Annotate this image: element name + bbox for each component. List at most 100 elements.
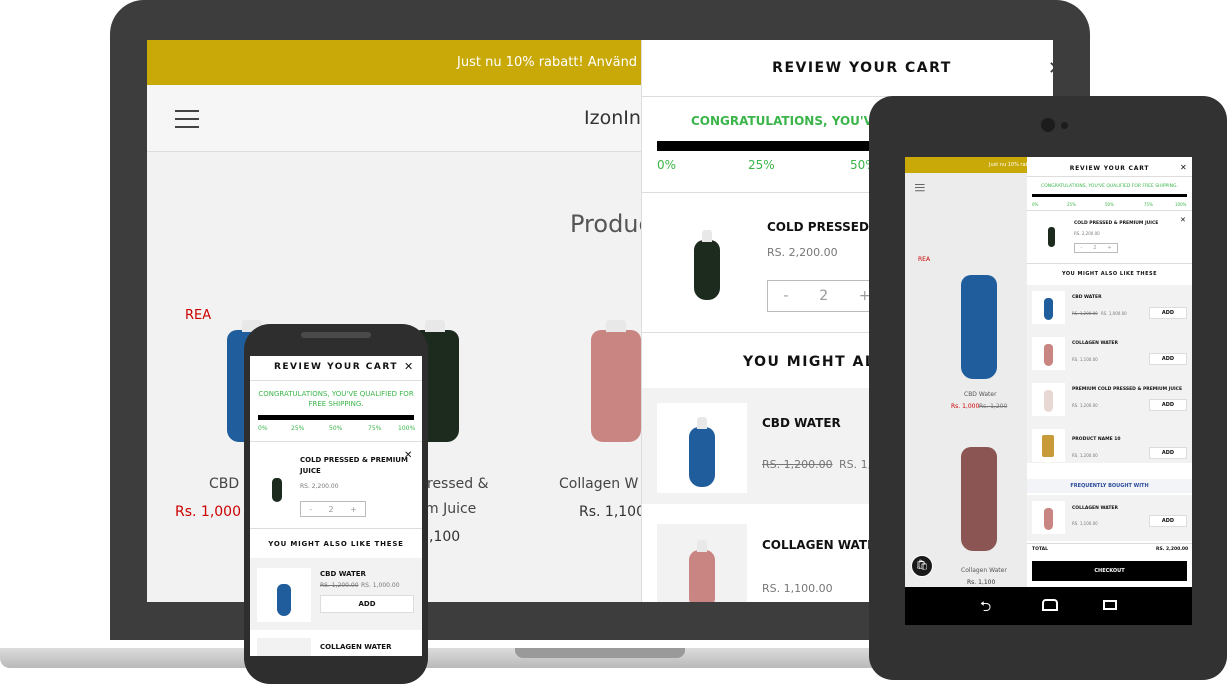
- progress-tick: 100%: [398, 425, 416, 432]
- product-name[interactable]: m Juice: [425, 501, 476, 517]
- tablet-sensor: [1061, 122, 1068, 129]
- close-icon[interactable]: ✕: [404, 360, 413, 373]
- upsell-price: RS. 1,000.00: [361, 582, 400, 589]
- upsell-image[interactable]: [657, 524, 747, 602]
- upsell-old-price: RS. 1,200.00: [762, 458, 833, 471]
- upsell-image[interactable]: [257, 568, 311, 622]
- shipping-progress-bar: [258, 415, 414, 420]
- progress-tick: 25%: [1067, 202, 1076, 207]
- total-value: RS. 2,200.00: [1156, 547, 1189, 552]
- upsell-name[interactable]: CBD WATER: [320, 570, 366, 578]
- add-button[interactable]: ADD: [320, 595, 414, 613]
- divider: [250, 528, 422, 529]
- upsell-name[interactable]: CBD WATER: [1072, 295, 1102, 300]
- upsell-name[interactable]: PRODUCT NAME 10: [1072, 437, 1121, 442]
- upsell-item: CBD WATER RS. 1,200.00 RS. 1,000.00 ADD: [250, 558, 422, 630]
- increase-button[interactable]: +: [350, 505, 357, 514]
- upsell-name[interactable]: COLLAGEN WATER: [1072, 341, 1118, 346]
- progress-tick: 100%: [1175, 202, 1187, 207]
- cart-item-name[interactable]: COLD PRESSED & PREMIUM JUICE: [1074, 221, 1158, 226]
- product-price: Rs. 1,100: [967, 579, 996, 586]
- upsell-price: RS. 1,100.00: [762, 582, 833, 595]
- divider: [1027, 543, 1192, 544]
- progress-tick: 50%: [1105, 202, 1114, 207]
- product-name[interactable]: CBD Water: [964, 391, 997, 398]
- close-icon[interactable]: ✕: [1180, 163, 1187, 172]
- progress-tick: 0%: [258, 425, 268, 432]
- cart-item-name[interactable]: JUICE: [300, 467, 321, 475]
- cart-item-image: [1048, 227, 1055, 247]
- upsell-image[interactable]: [657, 403, 747, 493]
- upsell-image[interactable]: [1032, 337, 1065, 370]
- divider: [1027, 210, 1192, 211]
- add-button[interactable]: ADD: [1149, 307, 1187, 319]
- upsell-price: RS. 1,100.00: [1072, 357, 1098, 362]
- quantity-stepper[interactable]: - 2 +: [300, 501, 366, 517]
- divider: [1027, 176, 1192, 177]
- upsell-name[interactable]: CBD WATER: [762, 416, 841, 430]
- product-name[interactable]: Collagen W: [559, 476, 638, 492]
- add-button[interactable]: ADD: [1149, 447, 1187, 459]
- upsell-name[interactable]: COLLAGEN WATI: [762, 538, 872, 552]
- product-price: ,100: [429, 529, 461, 545]
- cart-item-price: RS. 2,200.00: [300, 483, 339, 490]
- menu-icon[interactable]: [915, 184, 925, 194]
- upsell-image[interactable]: [1032, 429, 1065, 462]
- progress-tick: 25%: [748, 158, 775, 172]
- divider: [1027, 263, 1192, 264]
- product-image[interactable]: [591, 320, 641, 442]
- progress-tick: 75%: [368, 425, 382, 432]
- add-button[interactable]: ADD: [1149, 399, 1187, 411]
- recent-apps-icon[interactable]: [1103, 600, 1117, 610]
- upsell-old-price: RS. 1,200.00: [1072, 311, 1098, 316]
- upsell-image[interactable]: [1032, 383, 1065, 416]
- tablet-frame: Just nu 10% rab REA CBD Water Rs. 1,000 …: [869, 96, 1227, 680]
- cart-title: REVIEW YOUR CART: [273, 362, 399, 372]
- free-shipping-message: CONGRATULATIONS, YOU'VE QUALIFIED FOR FR…: [258, 390, 414, 408]
- upsell-name[interactable]: COLLAGEN WATER: [1072, 506, 1118, 511]
- upsell-image[interactable]: [257, 638, 311, 656]
- sale-badge: REA: [185, 308, 212, 323]
- product-image[interactable]: [961, 275, 997, 379]
- checkout-button[interactable]: CHECKOUT: [1032, 561, 1187, 581]
- menu-icon[interactable]: [175, 110, 199, 134]
- upsell-image[interactable]: [1032, 291, 1065, 324]
- frequently-bought-title: FREQUENTLY BOUGHT WITH: [1027, 479, 1192, 493]
- divider: [250, 380, 422, 381]
- product-name[interactable]: CBD: [209, 476, 239, 492]
- progress-tick: 0%: [657, 158, 677, 172]
- shopify-bag-icon[interactable]: 🛍: [911, 555, 933, 577]
- total-label: TOTAL: [1032, 547, 1048, 552]
- product-image[interactable]: [961, 447, 997, 551]
- upsell-title: YOU MIGHT ALS: [743, 354, 887, 370]
- decrease-button[interactable]: -: [309, 505, 312, 514]
- product-name[interactable]: Collagen Water: [961, 567, 1007, 574]
- upsell-title: YOU MIGHT ALSO LIKE THESE: [268, 540, 404, 548]
- quantity-value[interactable]: 2: [329, 505, 334, 514]
- sale-badge: REA: [918, 256, 931, 263]
- add-button[interactable]: ADD: [1149, 515, 1187, 527]
- quantity-stepper[interactable]: - 2 +: [1074, 243, 1118, 253]
- product-price: Rs. 1,100: [579, 504, 646, 520]
- page-title: Produc: [570, 210, 652, 238]
- cart-item-name[interactable]: COLD PRESSED & PREMIUM: [300, 456, 408, 464]
- increase-button[interactable]: +: [1107, 245, 1111, 251]
- decrease-button[interactable]: -: [783, 288, 788, 304]
- android-nav-bar: ⮌: [905, 587, 1192, 625]
- remove-item-icon[interactable]: ✕: [1180, 216, 1186, 224]
- product-old-price: Rs. 1,200: [979, 403, 1008, 410]
- quantity-value[interactable]: 2: [1093, 245, 1096, 251]
- add-button[interactable]: ADD: [1149, 353, 1187, 365]
- product-name[interactable]: ressed &: [427, 476, 489, 492]
- home-icon[interactable]: [1042, 599, 1058, 611]
- upsell-price: RS. 1,100.00: [1072, 521, 1098, 526]
- decrease-button[interactable]: -: [1080, 245, 1082, 251]
- quantity-value[interactable]: 2: [819, 288, 828, 304]
- upsell-name[interactable]: PREMIUM COLD PRESSED & PREMIUM JUICE: [1072, 387, 1182, 392]
- close-icon[interactable]: ✕: [1048, 58, 1053, 79]
- back-icon[interactable]: ⮌: [980, 596, 991, 620]
- upsell-name[interactable]: COLLAGEN WATER: [320, 643, 391, 651]
- upsell-image[interactable]: [1032, 501, 1065, 534]
- cart-item-name[interactable]: COLD PRESSED &: [767, 220, 884, 234]
- cart-item-image: [694, 230, 720, 300]
